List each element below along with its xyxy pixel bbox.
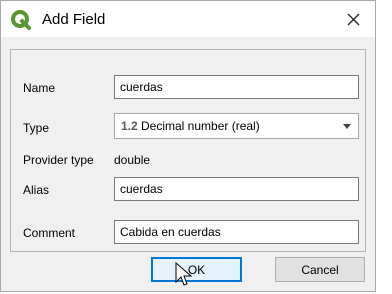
ok-button[interactable]: OK — [151, 257, 242, 282]
mouse-pointer-icon — [175, 262, 193, 286]
field-form: Name cuerdas Type 1.2 Decimal number (re… — [10, 49, 366, 252]
comment-input[interactable]: Cabida en cuerdas — [114, 220, 359, 244]
provider-type-label: Provider type — [23, 153, 94, 167]
background-area — [377, 0, 392, 294]
type-select[interactable]: 1.2 Decimal number (real) — [114, 113, 359, 139]
alias-input[interactable]: cuerdas — [114, 177, 359, 201]
alias-label: Alias — [23, 183, 50, 197]
qgis-logo-icon — [11, 10, 31, 30]
close-button[interactable] — [339, 6, 367, 32]
comment-label: Comment — [23, 226, 76, 240]
title-bar: Add Field — [1, 1, 375, 37]
name-label: Name — [23, 81, 56, 95]
cancel-button[interactable]: Cancel — [275, 257, 365, 282]
add-field-dialog: Add Field Name cuerdas Type 1.2 Decimal … — [0, 0, 376, 292]
type-select-value: Decimal number (real) — [141, 119, 260, 133]
decimal-number-icon: 1.2 — [121, 119, 138, 133]
chevron-down-icon — [343, 124, 351, 129]
name-input[interactable]: cuerdas — [114, 75, 359, 99]
provider-type-value: double — [114, 153, 151, 167]
dialog-title: Add Field — [42, 11, 106, 28]
close-icon — [347, 13, 359, 25]
type-label: Type — [23, 121, 50, 135]
